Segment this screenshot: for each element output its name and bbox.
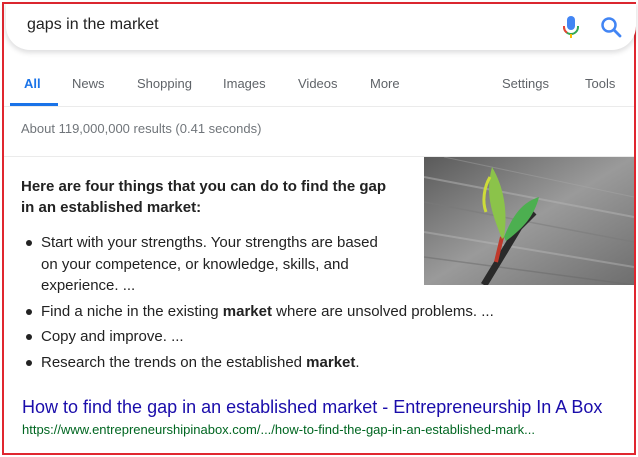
tab-videos[interactable]: Videos bbox=[298, 76, 338, 91]
list-item: Start with your strengths. Your strength… bbox=[21, 232, 387, 297]
tab-tools[interactable]: Tools bbox=[585, 76, 615, 91]
search-input[interactable]: gaps in the market bbox=[27, 16, 159, 34]
tab-images[interactable]: Images bbox=[223, 76, 266, 91]
result-stats: About 119,000,000 results (0.41 seconds) bbox=[21, 121, 262, 136]
result-title-link[interactable]: How to find the gap in an established ma… bbox=[22, 397, 602, 418]
tab-all[interactable]: All bbox=[24, 76, 41, 91]
sprout-in-crack-image[interactable] bbox=[424, 157, 634, 285]
tab-settings[interactable]: Settings bbox=[502, 76, 549, 91]
mic-icon[interactable] bbox=[562, 15, 580, 39]
list-item: Find a niche in the existing market wher… bbox=[21, 301, 631, 323]
search-icon[interactable] bbox=[600, 16, 622, 38]
snippet-heading: Here are four things that you can do to … bbox=[21, 178, 387, 216]
screenshot-frame: gaps in the market All News Shopping Ima… bbox=[2, 2, 636, 455]
tab-more[interactable]: More bbox=[370, 76, 400, 91]
tabs-divider bbox=[4, 106, 634, 107]
tab-news[interactable]: News bbox=[72, 76, 105, 91]
tab-shopping[interactable]: Shopping bbox=[137, 76, 192, 91]
list-item: Research the trends on the established m… bbox=[21, 352, 631, 374]
result-url[interactable]: https://www.entrepreneurshipinabox.com/.… bbox=[22, 422, 622, 437]
search-tabs: All News Shopping Images Videos More Set… bbox=[4, 62, 634, 106]
search-bar[interactable]: gaps in the market bbox=[6, 4, 636, 50]
list-item: Copy and improve. ... bbox=[21, 326, 631, 348]
